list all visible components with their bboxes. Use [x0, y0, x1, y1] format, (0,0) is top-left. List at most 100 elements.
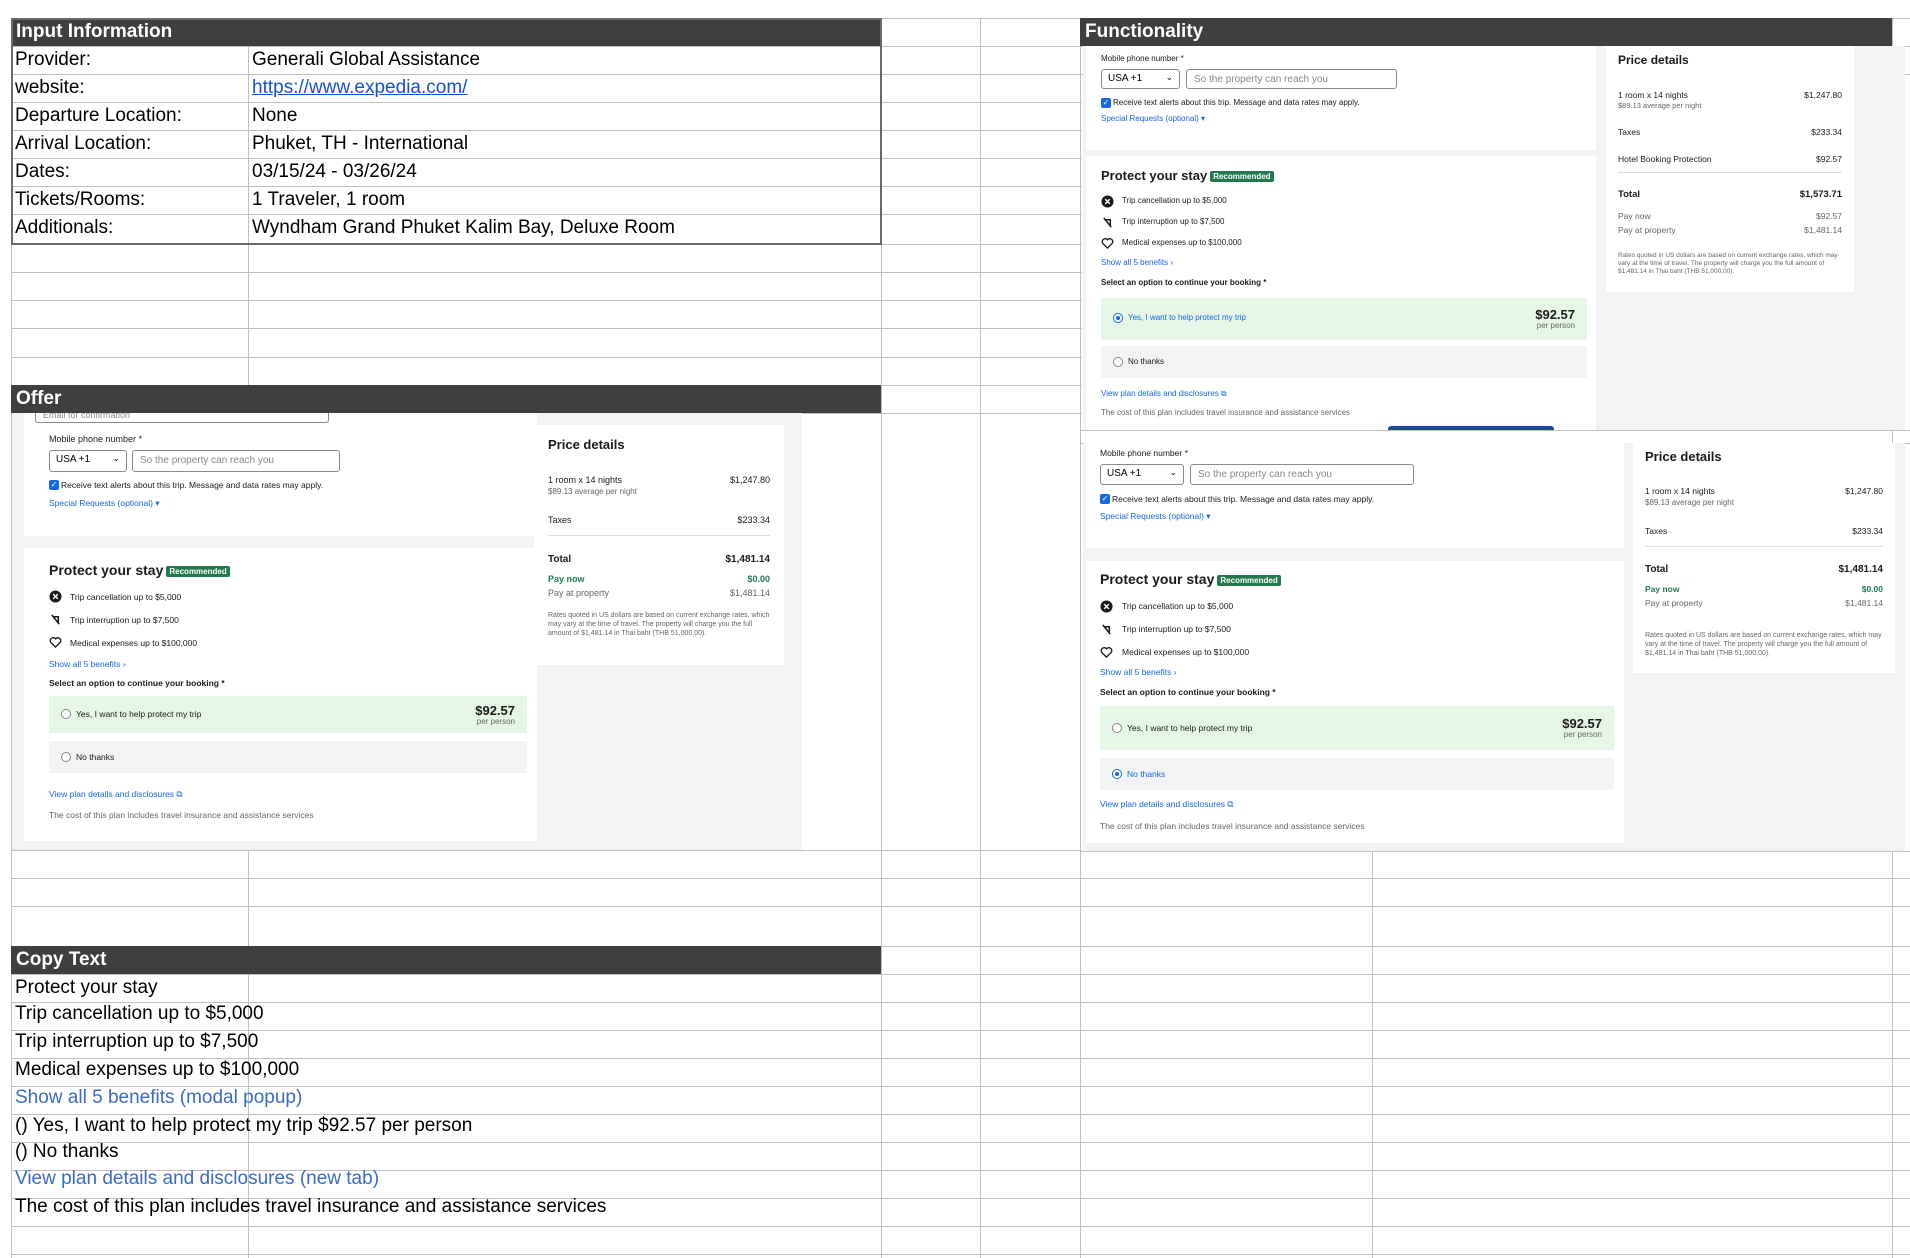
input-value: 1 Traveler, 1 room: [252, 189, 406, 210]
text-alerts-checkbox[interactable]: ✓: [1101, 98, 1111, 108]
text-alerts-checkbox[interactable]: ✓: [49, 480, 59, 490]
yes-option[interactable]: Yes, I want to help protect my trip $92.…: [1100, 706, 1614, 750]
view-plan-link[interactable]: View plan details and disclosures ⧉: [49, 789, 183, 800]
grid-row-line: [11, 130, 1082, 131]
country-code-value: USA +1: [1107, 468, 1142, 479]
protect-title: Protect your stay Recommended: [1100, 571, 1281, 587]
view-plan-link[interactable]: View plan details and disclosures ⧉: [1100, 799, 1234, 810]
special-requests-link[interactable]: Special Requests (optional) ▾: [1100, 511, 1211, 522]
protect-card: Protect your stay Recommended Trip cancel…: [24, 548, 537, 841]
total-label: Total: [548, 554, 572, 565]
room-price: $1,247.80: [729, 475, 770, 485]
grid-row-line: [11, 850, 1082, 851]
email-field[interactable]: Email for confirmation: [35, 413, 329, 423]
copy-text-link[interactable]: Show all 5 benefits (modal popup): [15, 1084, 302, 1112]
cost-note: The cost of this plan includes travel in…: [1100, 821, 1365, 831]
medical-heart-icon: [1101, 238, 1114, 250]
no-option[interactable]: No thanks: [1101, 346, 1587, 378]
input-value: None: [252, 105, 298, 126]
contact-card-yes: Mobile phone number * USA +1 ⌄ So the pro…: [1086, 46, 1596, 150]
protection-price: $92.57: [1816, 154, 1842, 164]
pay-now-label: Pay now: [1618, 211, 1651, 221]
grid-row-line: [11, 357, 1082, 358]
special-requests-link[interactable]: Special Requests (optional) ▾: [49, 498, 160, 509]
grid-row-line: [11, 328, 1082, 329]
copy-text-line: () No thanks: [15, 1141, 119, 1162]
website-link[interactable]: https://www.expedia.com/: [252, 77, 467, 98]
no-option[interactable]: No thanks: [1100, 758, 1614, 790]
per-person-label: per person: [1536, 321, 1575, 330]
total-price: $1,573.71: [1799, 189, 1842, 200]
country-code-select[interactable]: USA +1 ⌄: [49, 450, 127, 472]
pay-property-label: Pay at property: [1618, 225, 1676, 235]
yes-option-price: $92.57: [1562, 716, 1602, 731]
pay-now-label: Pay now: [1645, 584, 1680, 594]
yes-option[interactable]: Yes, I want to help protect my trip $92.…: [49, 696, 527, 733]
yes-option-price: $92.57: [475, 703, 515, 718]
pay-now-price: $0.00: [747, 574, 770, 584]
yes-option[interactable]: Yes, I want to help protect my trip $92.…: [1101, 298, 1587, 340]
show-all-benefits-link[interactable]: Show all 5 benefits ›: [1101, 258, 1173, 267]
view-plan-link[interactable]: View plan details and disclosures ⧉: [1101, 389, 1227, 399]
price-details-card-no: Price details 1 room x 14 nights $1,247.…: [1633, 443, 1895, 673]
phone-input[interactable]: So the property can reach you: [1190, 464, 1414, 485]
input-label: Dates:: [15, 161, 70, 182]
price-divider: [1645, 546, 1883, 547]
grid-column-line: [980, 18, 981, 1258]
text-alerts-label: Receive text alerts about this trip. Mes…: [61, 480, 324, 490]
copy-text-line: Protect your stay: [15, 977, 158, 998]
show-all-benefits-link[interactable]: Show all 5 benefits ›: [1100, 667, 1177, 677]
grid-row-line: [11, 186, 1082, 187]
no-option[interactable]: No thanks: [49, 741, 527, 773]
protect-card-yes: Protect your stay Recommended Trip cancel…: [1086, 156, 1596, 430]
interruption-icon: [51, 614, 60, 625]
price-details-title: Price details: [1645, 449, 1722, 464]
phone-input[interactable]: So the property can reach you: [132, 450, 340, 472]
contact-card: Email for confirmation Mobile phone numb…: [24, 413, 537, 536]
grid-row-line: [1080, 851, 1910, 852]
price-divider: [548, 535, 770, 536]
yes-option-label: Yes, I want to help protect my trip: [1127, 723, 1253, 733]
special-requests-link[interactable]: Special Requests (optional) ▾: [1101, 114, 1205, 123]
no-option-label: No thanks: [1128, 357, 1165, 366]
room-line: 1 room x 14 nights: [548, 475, 623, 485]
copy-text-link[interactable]: View plan details and disclosures (new t…: [15, 1165, 379, 1193]
grid-row-line: [1080, 878, 1910, 879]
chevron-down-icon: ⌄: [112, 453, 120, 463]
pay-now-price: $0.00: [1861, 584, 1883, 594]
cancel-circle-icon: [1101, 195, 1114, 208]
no-radio[interactable]: [61, 752, 71, 762]
input-value: Generali Global Assistance: [252, 49, 481, 70]
pay-now-label: Pay now: [548, 574, 585, 584]
yes-radio[interactable]: [61, 709, 71, 719]
grid-row-line: [11, 974, 1082, 975]
select-option-label: Select an option to continue your bookin…: [1101, 278, 1267, 287]
total-label: Total: [1645, 564, 1669, 575]
phone-input[interactable]: So the property can reach you: [1186, 69, 1397, 89]
input-label: Departure Location:: [15, 105, 182, 126]
grid-row-line: [1080, 1254, 1910, 1255]
grid-row-line: [11, 244, 1082, 245]
grid-row-line: [11, 906, 1082, 907]
protect-title: Protect your stay Recommended: [49, 562, 230, 578]
recommended-badge: Recommended: [1210, 171, 1274, 183]
pay-property-price: $1,481.14: [729, 588, 770, 598]
copy-text-line: Trip interruption up to $7,500: [15, 1031, 259, 1052]
country-code-select[interactable]: USA +1 ⌄: [1101, 69, 1180, 89]
text-alerts-checkbox[interactable]: ✓: [1100, 494, 1110, 504]
pay-now-price: $92.57: [1816, 211, 1842, 221]
no-radio-selected[interactable]: [1112, 769, 1122, 779]
yes-radio-selected[interactable]: [1113, 313, 1123, 323]
per-person-label: per person: [476, 717, 515, 726]
grid-row-line: [11, 272, 1082, 273]
input-label: website:: [15, 77, 85, 98]
country-code-select[interactable]: USA +1 ⌄: [1100, 464, 1184, 485]
room-price: $1,247.80: [1845, 486, 1883, 496]
medical-heart-icon: [1100, 647, 1113, 659]
yes-radio[interactable]: [1112, 723, 1122, 733]
continue-button-edge[interactable]: [1388, 426, 1554, 430]
grid-row-line: [1080, 1114, 1910, 1115]
no-radio[interactable]: [1113, 357, 1123, 367]
show-all-benefits-link[interactable]: Show all 5 benefits ›: [49, 659, 126, 669]
phone-label: Mobile phone number *: [49, 434, 143, 444]
